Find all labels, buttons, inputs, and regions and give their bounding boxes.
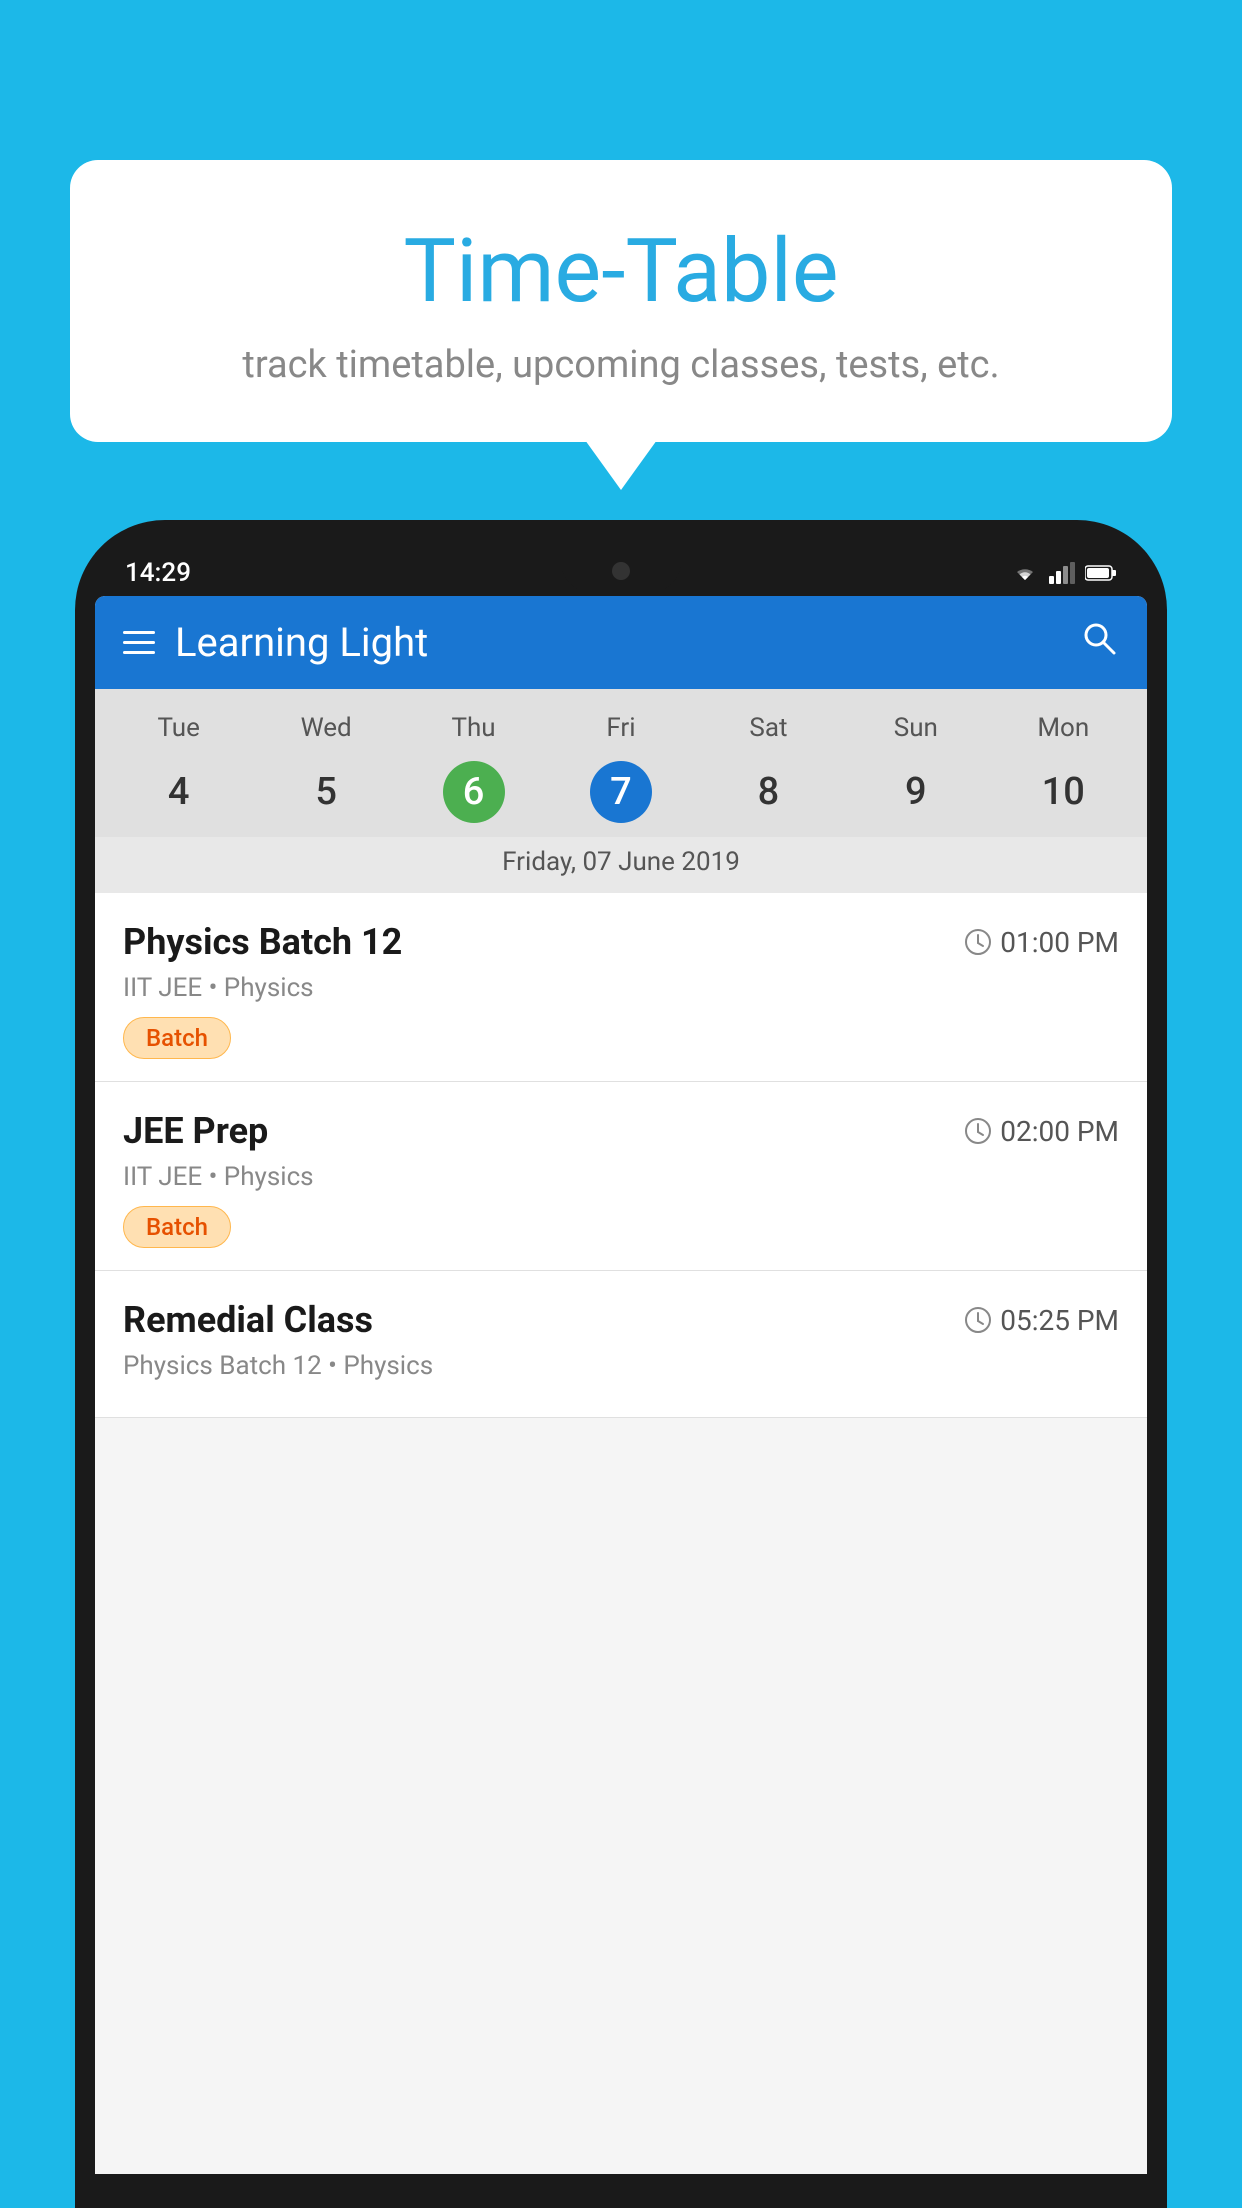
signal-icon [1049, 562, 1075, 584]
schedule-item-2-badge: Batch [123, 1206, 231, 1248]
speech-bubble-container: Time-Table track timetable, upcoming cla… [70, 160, 1172, 442]
day-8[interactable]: 8 [695, 751, 842, 837]
clock-icon-2 [964, 1117, 992, 1145]
schedule-list: Physics Batch 12 01:00 PM IIT JEE • Phys… [95, 893, 1147, 1418]
app-bar: Learning Light [95, 596, 1147, 689]
day-header-sat: Sat [695, 705, 842, 751]
day-headers: Tue Wed Thu Fri Sat Sun Mon [95, 705, 1147, 751]
camera-dot [612, 562, 630, 580]
app-title: Learning Light [175, 619, 428, 666]
schedule-item-3-header: Remedial Class 05:25 PM [123, 1299, 1119, 1341]
status-bar: 14:29 [95, 550, 1147, 596]
clock-icon-1 [964, 928, 992, 956]
hamburger-menu-icon[interactable] [123, 631, 155, 654]
day-header-sun: Sun [842, 705, 989, 751]
schedule-item-3-time: 05:25 PM [964, 1304, 1119, 1337]
schedule-item-1-time: 01:00 PM [964, 926, 1119, 959]
schedule-item-2-time: 02:00 PM [964, 1115, 1119, 1148]
schedule-item-1-subtitle: IIT JEE • Physics [123, 973, 1119, 1003]
schedule-item-1[interactable]: Physics Batch 12 01:00 PM IIT JEE • Phys… [95, 893, 1147, 1082]
schedule-item-2-subtitle: IIT JEE • Physics [123, 1162, 1119, 1192]
day-header-mon: Mon [990, 705, 1137, 751]
schedule-item-1-badge: Batch [123, 1017, 231, 1059]
status-icons [1011, 562, 1117, 584]
speech-bubble: Time-Table track timetable, upcoming cla… [70, 160, 1172, 442]
notch [561, 550, 681, 592]
phone-frame: 14:29 [75, 520, 1167, 2208]
day-10[interactable]: 10 [990, 751, 1137, 837]
day-5[interactable]: 5 [252, 751, 399, 837]
clock-icon-3 [964, 1306, 992, 1334]
wifi-icon [1011, 562, 1039, 584]
bubble-subtitle: track timetable, upcoming classes, tests… [120, 343, 1122, 387]
day-numbers: 4 5 6 7 8 9 10 [95, 751, 1147, 837]
bubble-title: Time-Table [120, 220, 1122, 323]
schedule-item-2-header: JEE Prep 02:00 PM [123, 1110, 1119, 1152]
calendar-strip: Tue Wed Thu Fri Sat Sun Mon 4 5 6 7 8 9 … [95, 689, 1147, 893]
phone-screen: Learning Light Tue Wed Thu Fri Sat Sun M… [95, 596, 1147, 2174]
schedule-item-1-title: Physics Batch 12 [123, 921, 402, 963]
schedule-item-2-title: JEE Prep [123, 1110, 268, 1152]
schedule-item-3-title: Remedial Class [123, 1299, 373, 1341]
day-header-tue: Tue [105, 705, 252, 751]
status-time: 14:29 [125, 558, 191, 588]
day-9[interactable]: 9 [842, 751, 989, 837]
day-header-thu: Thu [400, 705, 547, 751]
schedule-item-3[interactable]: Remedial Class 05:25 PM Physics Batch 12… [95, 1271, 1147, 1418]
schedule-item-1-header: Physics Batch 12 01:00 PM [123, 921, 1119, 963]
app-bar-left: Learning Light [123, 619, 428, 666]
battery-icon [1085, 564, 1117, 582]
day-6[interactable]: 6 [400, 751, 547, 837]
schedule-item-3-subtitle: Physics Batch 12 • Physics [123, 1351, 1119, 1381]
day-header-wed: Wed [252, 705, 399, 751]
day-4[interactable]: 4 [105, 751, 252, 837]
schedule-item-2[interactable]: JEE Prep 02:00 PM IIT JEE • Physics Batc… [95, 1082, 1147, 1271]
day-7[interactable]: 7 [547, 751, 694, 837]
search-button[interactable] [1079, 618, 1119, 667]
selected-date-label: Friday, 07 June 2019 [95, 837, 1147, 893]
day-header-fri: Fri [547, 705, 694, 751]
